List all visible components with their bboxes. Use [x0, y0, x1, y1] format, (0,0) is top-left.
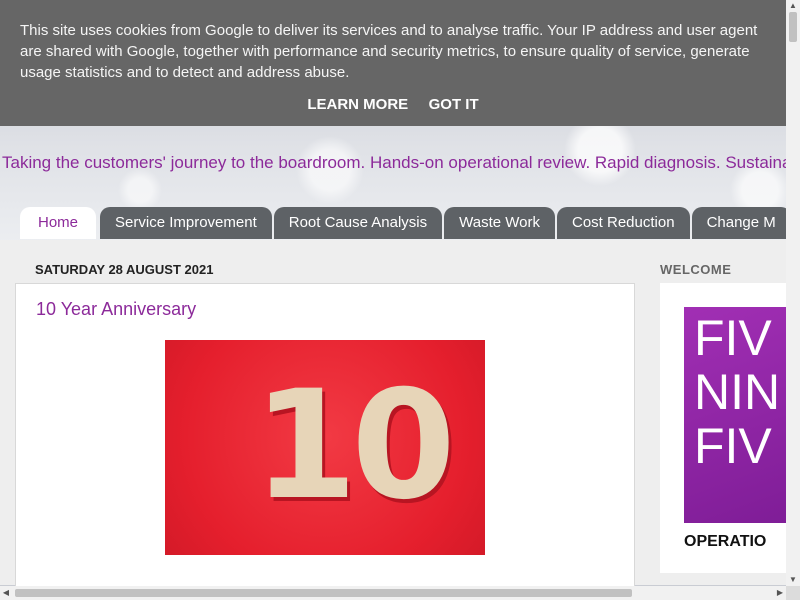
logo-subtitle: OPERATIO — [684, 533, 767, 550]
scroll-down-icon[interactable]: ▼ — [786, 574, 800, 586]
post-card: 10 Year Anniversary 10 — [15, 283, 635, 595]
company-logo[interactable]: FIV NIN FIV — [684, 307, 786, 523]
tab-root-cause-analysis[interactable]: Root Cause Analysis — [273, 207, 443, 239]
post-image[interactable]: 10 — [165, 340, 485, 555]
tab-cost-reduction[interactable]: Cost Reduction — [557, 207, 690, 239]
horizontal-scrollbar[interactable]: ◀ ▶ — [0, 586, 786, 600]
sidebar-welcome-widget: FIV NIN FIV OPERATIO — [660, 283, 786, 573]
cookie-consent-bar: This site uses cookies from Google to de… — [0, 0, 786, 126]
tab-waste-work[interactable]: Waste Work — [444, 207, 555, 239]
post-date-header: SATURDAY 28 AUGUST 2021 — [35, 262, 214, 277]
cookie-message: This site uses cookies from Google to de… — [20, 22, 758, 81]
scroll-left-icon[interactable]: ◀ — [0, 586, 12, 600]
got-it-button[interactable]: GOT IT — [429, 96, 479, 113]
vertical-scrollbar[interactable]: ▲ ▼ — [786, 0, 800, 586]
scroll-right-icon[interactable]: ▶ — [774, 586, 786, 600]
scroll-up-icon[interactable]: ▲ — [786, 0, 800, 12]
logo-line-3: FIV — [694, 418, 772, 474]
cookie-actions: LEARN MORE GOT IT — [0, 96, 786, 114]
image-number-text: 10 — [253, 359, 456, 533]
tab-home[interactable]: Home — [20, 207, 97, 239]
learn-more-button[interactable]: LEARN MORE — [307, 96, 408, 113]
sidebar-welcome-title: WELCOME — [660, 262, 732, 277]
logo-line-2: NIN — [694, 364, 781, 420]
horizontal-scroll-thumb[interactable] — [15, 589, 632, 597]
tab-service-improvement[interactable]: Service Improvement — [100, 207, 272, 239]
nav-tabs: Home Service Improvement Root Cause Analys… — [20, 207, 800, 240]
vertical-scroll-thumb[interactable] — [789, 12, 797, 42]
blog-tagline: Taking the customers' journey to the boa… — [2, 153, 800, 172]
tab-change-management[interactable]: Change M — [691, 207, 791, 239]
scrollbar-corner — [786, 586, 800, 600]
post-title-link[interactable]: 10 Year Anniversary — [36, 299, 196, 320]
logo-line-1: FIV — [694, 310, 772, 366]
